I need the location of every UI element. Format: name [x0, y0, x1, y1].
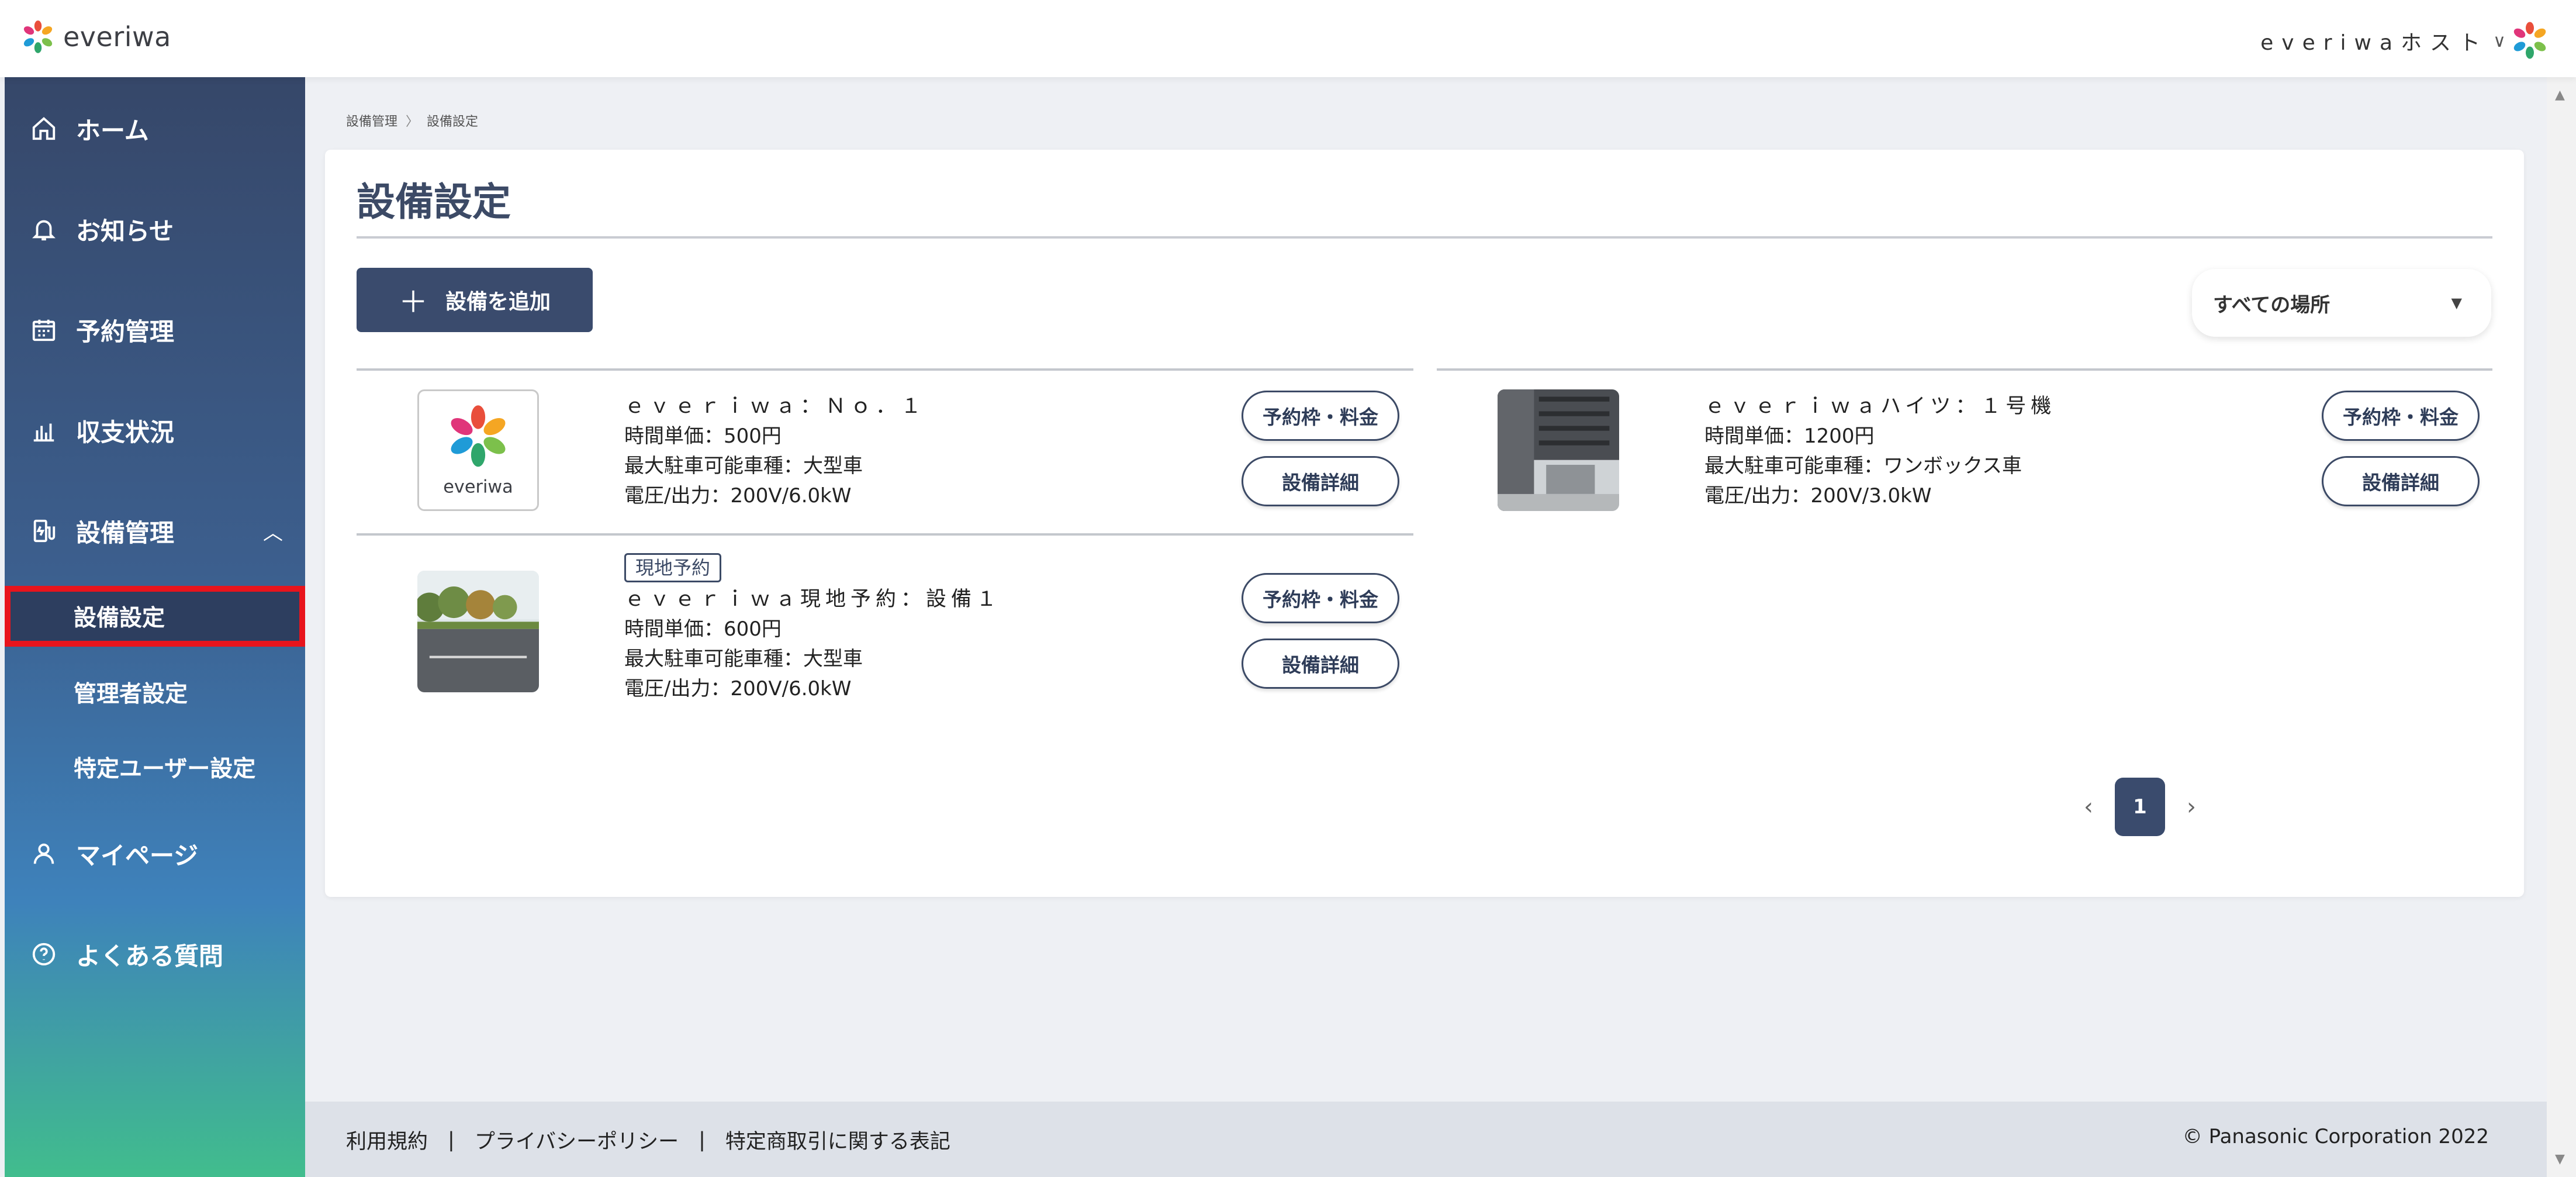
facility-item: everiwa ｅｖｅｒｉｗａ：Ｎｏ．１ 時間単価：500円 最大駐車可能車種：…: [357, 368, 1413, 531]
facility-settings-card: 設備設定 ＋ 設備を追加 すべての場所 ▼ everiwa ｅｖｅｒｉｗａ：Ｎｏ…: [325, 150, 2524, 897]
facility-max-vehicle: 最大駐車可能車種：大型車: [624, 454, 863, 478]
location-filter-value: すべての場所: [2213, 293, 2330, 317]
sidebar-item-mypage[interactable]: マイページ: [5, 824, 305, 883]
sidebar-item-facility-management[interactable]: 設備管理 ︿: [5, 502, 305, 560]
top-header: everiwa everiwaホスト ∨: [0, 0, 2576, 77]
facility-voltage: 電圧/出力：200V/6.0kW: [624, 484, 852, 508]
facility-thumbnail: [1498, 389, 1619, 511]
bell-icon: [32, 220, 56, 241]
footer-separator: |: [448, 1128, 455, 1152]
commerce-law-link[interactable]: 特定商取引に関する表記: [725, 1125, 950, 1155]
charger-icon: [33, 519, 56, 543]
facility-name: ｅｖｅｒｉｗａハイツ：１号機: [1704, 395, 2056, 418]
add-facility-button[interactable]: ＋ 設備を追加: [357, 268, 593, 332]
facility-voltage: 電圧/出力：200V/6.0kW: [624, 677, 852, 700]
sidebar-item-label: 設備管理: [76, 518, 175, 547]
copyright: © Panasonic Corporation 2022: [2182, 1125, 2489, 1148]
facility-item: 現地予約 ｅｖｅｒｉｗａ現地予約：設備１ 時間単価：600円 最大駐車可能車種：…: [357, 533, 1413, 700]
host-account-menu[interactable]: everiwaホスト ∨: [2260, 26, 2506, 56]
sidebar-subitem-facility-settings[interactable]: 設備設定: [5, 586, 305, 647]
facility-max-vehicle: 最大駐車可能車種：大型車: [624, 647, 863, 671]
everiwa-flower-icon: [23, 20, 53, 53]
facility-detail-button[interactable]: 設備詳細: [1242, 456, 1399, 506]
chevron-right-icon[interactable]: ›: [2177, 793, 2206, 820]
sidebar-item-label: マイページ: [76, 841, 199, 870]
breadcrumb-separator: 〉: [406, 115, 419, 129]
breadcrumb-current: 設備設定: [427, 115, 479, 129]
footer-separator: |: [699, 1128, 706, 1152]
calendar-icon: [32, 319, 56, 341]
scroll-down-icon[interactable]: ▼: [2555, 1152, 2565, 1166]
plus-icon: ＋: [398, 285, 428, 319]
parking-lot-photo: [417, 571, 539, 692]
facility-name: ｅｖｅｒｉｗａ：Ｎｏ．１: [624, 395, 926, 418]
footer: 利用規約 | プライバシーポリシー | 特定商取引に関する表記 © Panaso…: [305, 1102, 2547, 1177]
facility-detail-button[interactable]: 設備詳細: [2322, 456, 2480, 506]
pagination: ‹ 1 ›: [2074, 778, 2206, 836]
page-number-button[interactable]: 1: [2115, 778, 2165, 836]
sidebar-subitem-label: 管理者設定: [74, 681, 188, 707]
sidebar-item-news[interactable]: お知らせ: [5, 200, 305, 258]
terms-link[interactable]: 利用規約: [346, 1125, 428, 1155]
facility-max-vehicle: 最大駐車可能車種：ワンボックス車: [1704, 454, 2022, 478]
scroll-up-icon[interactable]: ▲: [2555, 88, 2565, 102]
facility-unit-price: 時間単価：1200円: [1704, 424, 1875, 448]
sidebar-item-label: よくある質問: [76, 941, 224, 971]
sidebar-item-faq[interactable]: よくある質問: [5, 925, 305, 983]
facility-unit-price: 時間単価：500円: [624, 424, 782, 448]
question-icon: [32, 943, 56, 966]
sidebar-item-reservations[interactable]: 予約管理: [5, 301, 305, 359]
facility-thumbnail: everiwa: [417, 389, 539, 511]
brand-name: everiwa: [63, 21, 171, 53]
sidebar-subitem-specific-user-settings[interactable]: 特定ユーザー設定: [5, 737, 305, 798]
location-filter-select[interactable]: すべての場所 ▼: [2192, 269, 2491, 337]
facility-detail-button[interactable]: 設備詳細: [1242, 638, 1399, 689]
everiwa-logo[interactable]: everiwa: [20, 18, 171, 56]
sidebar-item-revenue[interactable]: 収支状況: [5, 401, 305, 460]
sidebar: ホーム お知らせ 予約管理 収支状況 設備管理 ︿ 設備設定 管理者設定 特定ユ…: [5, 77, 305, 1177]
host-name: everiwaホスト: [2260, 31, 2489, 55]
facility-name: ｅｖｅｒｉｗａ現地予約：設備１: [624, 588, 1002, 611]
facility-unit-price: 時間単価：600円: [624, 617, 782, 641]
sidebar-item-label: 収支状況: [76, 417, 175, 447]
chevron-up-icon: ︿: [263, 521, 283, 545]
footer-links: 利用規約 | プライバシーポリシー | 特定商取引に関する表記: [346, 1125, 950, 1155]
svg-text:everiwa: everiwa: [443, 477, 513, 498]
facility-info: ｅｖｅｒｉｗａハイツ：１号機 時間単価：1200円 最大駐車可能車種：ワンボック…: [1704, 392, 2056, 511]
privacy-link[interactable]: プライバシーポリシー: [475, 1125, 679, 1155]
chart-icon: [33, 423, 54, 442]
facility-voltage: 電圧/出力：200V/3.0kW: [1704, 484, 1932, 508]
reservation-slot-price-button[interactable]: 予約枠・料金: [2322, 391, 2480, 441]
user-icon: [33, 843, 54, 864]
facility-info: ｅｖｅｒｉｗａ：Ｎｏ．１ 時間単価：500円 最大駐車可能車種：大型車 電圧/出…: [624, 392, 926, 511]
facility-thumbnail: [417, 571, 539, 692]
chevron-left-icon[interactable]: ‹: [2074, 793, 2103, 820]
page-title: 設備設定: [357, 180, 511, 225]
reservation-slot-price-button[interactable]: 予約枠・料金: [1242, 391, 1399, 441]
scrollbar[interactable]: ▲ ▼: [2547, 77, 2576, 1177]
sidebar-subitem-admin-settings[interactable]: 管理者設定: [5, 662, 305, 723]
onsite-reservation-badge: 現地予約: [624, 553, 722, 582]
avatar[interactable]: [2509, 20, 2550, 61]
sidebar-item-home[interactable]: ホーム: [5, 99, 305, 158]
add-facility-label: 設備を追加: [445, 290, 551, 314]
title-divider: [357, 236, 2492, 239]
breadcrumb-parent[interactable]: 設備管理: [346, 115, 397, 129]
chevron-down-icon: ∨: [2493, 30, 2506, 51]
sidebar-subitem-label: 設備設定: [74, 605, 165, 631]
facility-info: 現地予約 ｅｖｅｒｉｗａ現地予約：設備１ 時間単価：600円 最大駐車可能車種：…: [624, 553, 1001, 704]
everiwa-logo-image: everiwa: [443, 405, 513, 498]
sidebar-item-label: 予約管理: [76, 317, 175, 346]
dropdown-arrow-icon: ▼: [2451, 295, 2462, 311]
breadcrumb: 設備管理〉設備設定: [346, 111, 478, 130]
home-icon: [32, 117, 56, 140]
sidebar-item-label: お知らせ: [76, 216, 174, 246]
building-photo: [1498, 389, 1619, 511]
sidebar-subitem-label: 特定ユーザー設定: [74, 756, 256, 782]
sidebar-item-label: ホーム: [76, 116, 149, 145]
facility-item: ｅｖｅｒｉｗａハイツ：１号機 時間単価：1200円 最大駐車可能車種：ワンボック…: [1437, 368, 2492, 531]
reservation-slot-price-button[interactable]: 予約枠・料金: [1242, 573, 1399, 623]
